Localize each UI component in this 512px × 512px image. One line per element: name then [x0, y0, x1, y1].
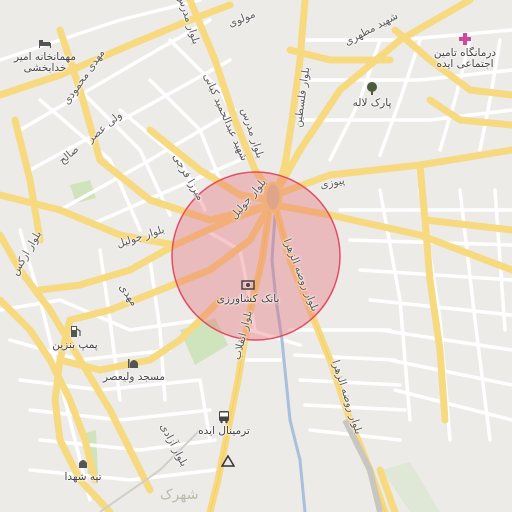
- district-label: شهرک: [160, 487, 199, 503]
- triangle-peak-icon: [221, 454, 235, 467]
- tree-icon: [367, 82, 377, 95]
- poi-park-label: پارک لاله: [352, 97, 392, 109]
- poi-peak[interactable]: [220, 454, 236, 470]
- fuel-pump-icon: [71, 326, 81, 337]
- poi-hotel[interactable]: مهمانخانه امیر خدابخشی: [2, 36, 88, 73]
- poi-bus-terminal[interactable]: ترمینال ایده: [184, 410, 264, 437]
- poi-hill-label: تپه شهدا: [64, 471, 102, 483]
- poi-hill[interactable]: تپه شهدا: [50, 456, 116, 483]
- poi-gas-station-label: پمپ بنزین: [52, 339, 98, 351]
- poi-clinic-label-2: اجتماعی ایده: [436, 57, 494, 70]
- poi-bank-label: بانک کشاورزی: [216, 293, 280, 305]
- poi-mosque-label: مسجد ولیعصر: [102, 371, 166, 383]
- hotel-icon: [39, 40, 51, 48]
- poi-mosque[interactable]: مسجد ولیعصر: [96, 356, 172, 383]
- poi-gas-station[interactable]: پمپ بنزین: [40, 324, 110, 351]
- poi-clinic-label-1: درمانگاه تامین: [433, 47, 497, 59]
- bank-icon: [241, 280, 255, 290]
- poi-park[interactable]: پارک لاله: [342, 82, 402, 109]
- poi-hotel-label-1: مهمانخانه امیر: [13, 51, 77, 63]
- map-view[interactable]: مولوی شهید مطهری بلوار مدرس بلوار مدرس ب…: [0, 0, 512, 512]
- poi-hotel-label-2: خدابخشی: [23, 61, 67, 74]
- poi-bus-terminal-label: ترمینال ایده: [198, 425, 250, 437]
- monument-icon: [79, 460, 87, 468]
- mosque-icon: [128, 359, 138, 368]
- poi-clinic[interactable]: درمانگاه تامین اجتماعی ایده: [420, 32, 510, 69]
- poi-bank[interactable]: بانک کشاورزی: [208, 278, 288, 305]
- bus-icon: [219, 411, 229, 424]
- hospital-cross-icon: [459, 33, 471, 45]
